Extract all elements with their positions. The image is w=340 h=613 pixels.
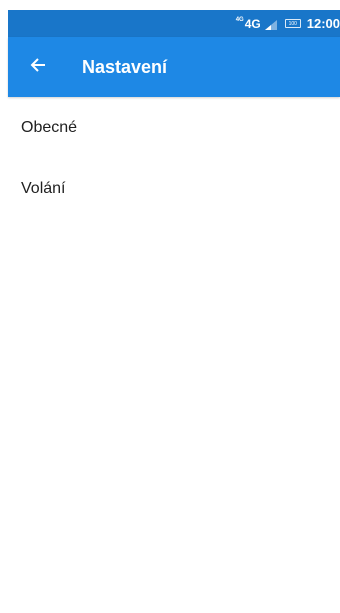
settings-screen: 4G4G 100 12:00 Nastavení Obecné Volání xyxy=(0,0,340,613)
network-type: 4G xyxy=(244,16,261,31)
arrow-back-icon xyxy=(30,57,46,78)
status-time: 12:00 xyxy=(306,16,340,31)
menu-item-calls[interactable]: Volání xyxy=(0,158,340,219)
status-bar: 4G4G 100 12:00 xyxy=(8,10,340,37)
back-button[interactable] xyxy=(14,37,62,97)
menu-item-general[interactable]: Obecné xyxy=(0,97,340,158)
network-prefix: 4G xyxy=(235,16,244,23)
battery-level: 100 xyxy=(288,20,297,27)
menu-item-label: Obecné xyxy=(21,118,78,136)
settings-menu-list: Obecné Volání xyxy=(0,97,340,219)
signal-icon xyxy=(264,19,277,30)
page-title: Nastavení xyxy=(82,56,168,77)
app-bar: Nastavení xyxy=(8,37,340,97)
menu-item-label: Volání xyxy=(21,179,66,197)
network-indicator: 4G4G xyxy=(236,17,261,31)
battery-icon: 100 xyxy=(284,19,301,28)
